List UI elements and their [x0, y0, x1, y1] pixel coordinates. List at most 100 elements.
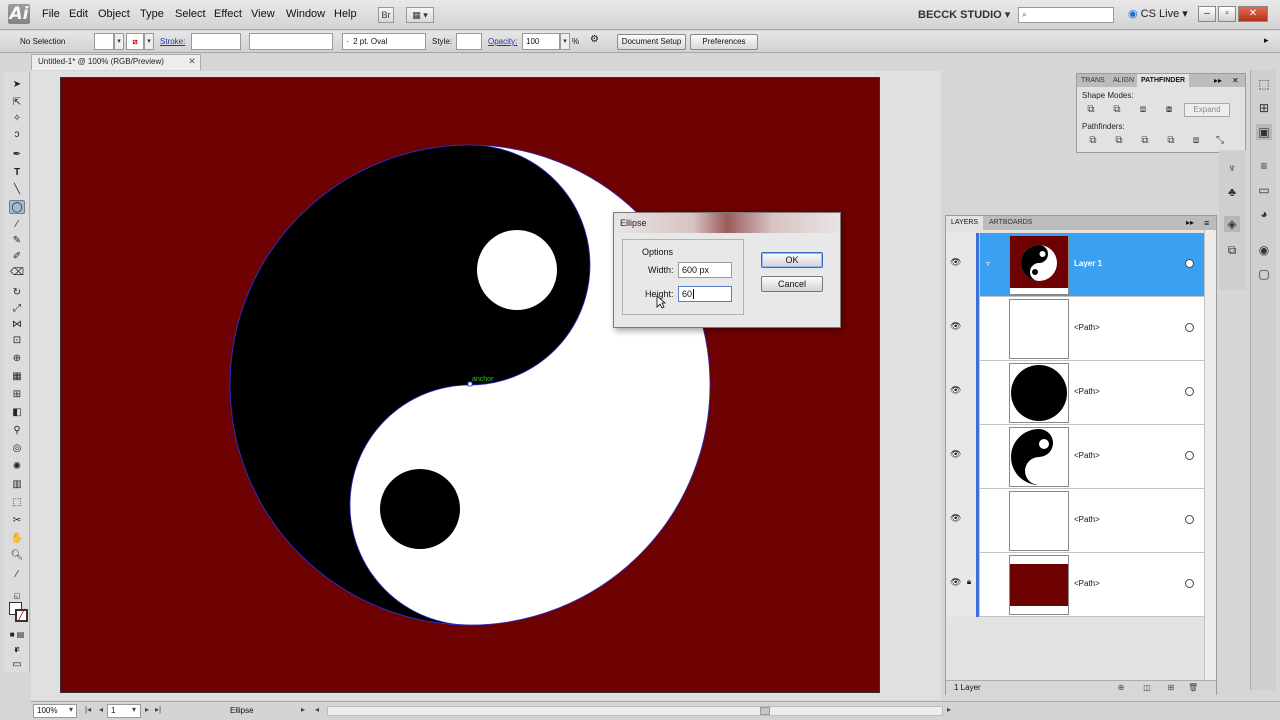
pathfinder-dock-icon[interactable]: ▣ [1256, 124, 1272, 140]
close-button[interactable]: ✕ [1238, 6, 1268, 22]
expand-triangle-icon[interactable]: ▿ [986, 259, 990, 268]
horizontal-scrollbar[interactable] [327, 706, 943, 716]
target-circle-icon[interactable] [1185, 515, 1194, 524]
menu-file[interactable]: File [42, 8, 60, 20]
next-artboard-icon[interactable]: ▸ [145, 705, 149, 714]
path-name[interactable]: <Path> [1074, 451, 1100, 460]
merge-icon[interactable]: ⧉ [1139, 135, 1151, 147]
path-name[interactable]: <Path> [1074, 323, 1100, 332]
pen-tool-icon[interactable]: ✒ [9, 148, 25, 162]
document-tab[interactable]: Untitled-1* @ 100% (RGB/Preview) ✕ [31, 54, 201, 70]
eraser-tool-icon[interactable]: ⌫ [9, 266, 25, 280]
appearance-dock-icon[interactable]: ◉ [1256, 242, 1272, 258]
layer-row-path-2[interactable]: 👁︎ <Path> [946, 361, 1204, 425]
mesh-tool-icon[interactable]: ⊞ [9, 388, 25, 402]
free-transform-tool-icon[interactable]: ⊡ [9, 334, 25, 348]
cancel-button[interactable]: Cancel [761, 276, 823, 292]
height-field[interactable]: 60 [678, 286, 732, 302]
locate-object-icon[interactable]: ⊕ [1116, 683, 1126, 693]
stroke-label[interactable]: Stroke: [160, 37, 185, 46]
trim-icon[interactable]: ⧉ [1113, 135, 1125, 147]
menu-window[interactable]: Window [286, 8, 325, 20]
stroke-color-box[interactable]: ╱ [15, 609, 28, 622]
intersect-icon[interactable]: ⧈ [1137, 104, 1149, 116]
preferences-button[interactable]: Preferences [690, 34, 758, 50]
fill-dropdown[interactable]: ▾ [114, 33, 124, 50]
fill-swatch[interactable] [94, 33, 114, 50]
crop-icon[interactable]: ⧉ [1165, 135, 1177, 147]
artboards-dock-icon[interactable]: ⬚ [1256, 76, 1272, 92]
recolor-icon[interactable]: ⚙ [590, 34, 599, 45]
unite-icon[interactable]: ⧉ [1085, 104, 1097, 116]
blob-brush-tool-icon[interactable]: ✐ [9, 250, 25, 264]
layers-dock-icon[interactable]: ◈ [1224, 216, 1240, 232]
visibility-eye-icon[interactable]: 👁︎ [950, 321, 961, 331]
ok-button[interactable]: OK [761, 252, 823, 268]
target-circle-icon[interactable] [1185, 387, 1194, 396]
layer-name[interactable]: Layer 1 [1074, 259, 1102, 268]
variable-width-profile[interactable] [249, 33, 333, 50]
first-artboard-icon[interactable]: |◂ [85, 705, 91, 714]
layer-row-path-5[interactable]: 👁︎ 🔒︎ <Path> [946, 553, 1204, 617]
rotate-tool-icon[interactable]: ↻ [9, 286, 25, 300]
tab-transform[interactable]: TRANS [1077, 74, 1109, 87]
gradient-tool-icon[interactable]: ◧ [9, 406, 25, 420]
tab-artboards[interactable]: ARTBOARDS [984, 216, 1037, 230]
tab-layers[interactable]: LAYERS [946, 216, 984, 230]
layer-row-path-3[interactable]: 👁︎ <Path> [946, 425, 1204, 489]
tab-align[interactable]: ALIGN [1109, 74, 1138, 87]
lock-icon[interactable]: 🔒︎ [964, 577, 974, 587]
control-panel-menu-icon[interactable]: ▸ [1264, 35, 1269, 46]
visibility-eye-icon[interactable]: 👁︎ [950, 257, 961, 267]
layer-row-layer-1[interactable]: 👁︎ ▿ Layer 1 [946, 233, 1204, 297]
minus-back-icon[interactable]: ⤡ [1214, 135, 1226, 147]
graphic-style-picker[interactable] [456, 33, 482, 50]
target-circle-icon[interactable] [1185, 323, 1194, 332]
column-graph-tool-icon[interactable]: ▥ [9, 478, 25, 492]
slice-tool-icon[interactable]: ✂ [9, 514, 25, 528]
opacity-dropdown[interactable]: ▾ [560, 33, 570, 50]
divide-icon[interactable]: ⧉ [1087, 135, 1099, 147]
selection-tool-icon[interactable]: ➤ [9, 78, 25, 92]
bridge-button[interactable]: Br [378, 7, 394, 23]
gradient-dock-icon[interactable]: ▭ [1256, 182, 1272, 198]
workspace-switcher[interactable]: BECCK STUDIO ▾ [918, 8, 1010, 21]
color-mode-icons[interactable]: ■ ▤ ⧄ [9, 628, 25, 653]
symbol-sprayer-tool-icon[interactable]: ✺ [9, 460, 25, 474]
screen-mode-icon[interactable]: ▭ [9, 658, 25, 672]
ellipse-tool-icon[interactable]: ◯ [9, 200, 25, 214]
target-circle-icon[interactable] [1185, 579, 1194, 588]
menu-edit[interactable]: Edit [69, 8, 88, 20]
stroke-weight-input[interactable] [191, 33, 241, 50]
layer-row-path-1[interactable]: 👁︎ <Path> [946, 297, 1204, 361]
paintbrush-tool-icon[interactable]: ∕ [9, 218, 25, 232]
transform-dock-icon[interactable]: ⊞ [1256, 100, 1272, 116]
maximize-button[interactable]: ▫ [1218, 6, 1236, 22]
brushes-dock-icon[interactable]: ♆ [1224, 160, 1240, 176]
brush-definition[interactable]: · 2 pt. Oval [342, 33, 426, 50]
scroll-left-icon[interactable]: ◂ [315, 705, 319, 714]
hand-tool-icon[interactable]: ✋ [9, 532, 25, 546]
exclude-icon[interactable]: ⧇ [1163, 104, 1175, 116]
last-artboard-icon[interactable]: ▸| [155, 705, 161, 714]
visibility-eye-icon[interactable]: 👁︎ [950, 513, 961, 523]
layers-collapse-icon[interactable]: ▸▸ [1186, 216, 1194, 230]
menu-effect[interactable]: Effect [214, 8, 242, 20]
create-sublayer-icon[interactable]: ⊞ [1166, 683, 1176, 693]
layer-row-path-4[interactable]: 👁︎ <Path> [946, 489, 1204, 553]
graphic-styles-dock-icon[interactable]: ▢ [1256, 266, 1272, 282]
lasso-tool-icon[interactable]: ↄ [9, 128, 25, 142]
help-search-input[interactable]: ⌕ [1018, 7, 1114, 23]
pencil-tool-icon[interactable]: ✎ [9, 234, 25, 248]
menu-select[interactable]: Select [175, 8, 206, 20]
yin-yang-artwork[interactable] [60, 77, 880, 693]
layers-scrollbar[interactable] [1204, 230, 1216, 680]
visibility-eye-icon[interactable]: 👁︎ [950, 577, 961, 587]
arrange-documents-button[interactable]: ▦ ▾ [406, 7, 434, 23]
outline-icon[interactable]: ⧈ [1190, 135, 1202, 147]
target-circle-icon[interactable] [1185, 259, 1194, 268]
blend-tool-icon[interactable]: ◎ [9, 442, 25, 456]
current-tool-status[interactable]: Ellipse [230, 706, 254, 715]
panel-close-icon[interactable]: ✕ [1232, 74, 1239, 87]
tab-pathfinder[interactable]: PATHFINDER [1137, 74, 1190, 87]
